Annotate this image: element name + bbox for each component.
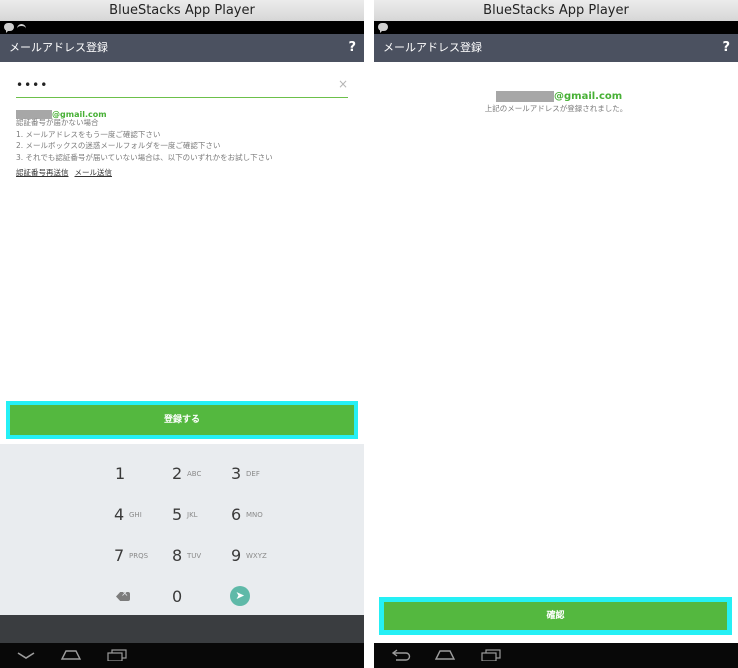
help-line: 1. メールアドレスをもう一度ご確認下さい xyxy=(16,129,161,139)
pin-value: •••• xyxy=(16,78,49,92)
home-icon[interactable] xyxy=(60,649,82,661)
keyboard-bottom-strip xyxy=(0,615,364,643)
bluestacks-window-left: BlueStacks App Player メールアドレス登録 ? •••• ×… xyxy=(0,0,364,668)
key-1[interactable]: 1 xyxy=(115,458,175,492)
key-2[interactable]: 2 ABC xyxy=(172,458,232,492)
help-line: 2. メールボックスの迷惑メールフォルダを一度ご確認下さい xyxy=(16,141,221,150)
email-domain: @gmail.com xyxy=(554,91,623,102)
key-6[interactable]: 6 MNO xyxy=(231,499,291,533)
numeric-keypad: 1 2 ABC 3 DEF 4 GHI 5 JKL 6 MNO 7 PRQS 8… xyxy=(0,444,364,615)
pin-input[interactable]: •••• × xyxy=(16,76,348,98)
recent-apps-icon[interactable] xyxy=(480,649,502,661)
key-digit: 7 xyxy=(114,546,125,565)
key-8[interactable]: 8 TUV xyxy=(172,540,232,574)
register-button-highlight: 登録する xyxy=(6,401,358,439)
help-button[interactable]: ? xyxy=(722,34,730,62)
key-digit: 4 xyxy=(114,505,125,524)
confirm-button[interactable]: 確認 xyxy=(384,602,727,630)
recent-apps-icon[interactable] xyxy=(106,649,128,661)
key-digit: 3 xyxy=(231,464,242,483)
backspace-icon xyxy=(116,592,130,601)
hide-keyboard-icon[interactable] xyxy=(16,649,36,661)
help-line: 3. それでも認証番号が届いていない場合は、以下のいずれかをお試し下さい xyxy=(16,152,273,162)
key-digit: 9 xyxy=(231,546,242,565)
app-bar: メールアドレス登録 ? xyxy=(374,34,738,62)
registered-email: @gmail.com xyxy=(496,86,622,102)
arrow-send-icon: ➤ xyxy=(230,586,250,606)
registered-email: @gmail.com xyxy=(16,104,107,119)
key-digit: 2 xyxy=(172,464,183,483)
line-chat-icon xyxy=(378,23,388,33)
line-chat-icon xyxy=(4,23,14,33)
backspace-key[interactable] xyxy=(116,581,176,615)
app-bar: メールアドレス登録 ? xyxy=(0,34,364,62)
registration-message: 上記のメールアドレスが登録されました。 xyxy=(484,104,628,113)
back-icon[interactable] xyxy=(390,649,412,661)
key-0[interactable]: 0 xyxy=(172,581,232,615)
appbar-title: メールアドレス登録 xyxy=(9,41,108,54)
key-3[interactable]: 3 DEF xyxy=(231,458,291,492)
home-icon[interactable] xyxy=(434,649,456,661)
key-4[interactable]: 4 GHI xyxy=(114,499,174,533)
clear-icon[interactable]: × xyxy=(338,77,348,91)
key-digit: 5 xyxy=(172,505,183,524)
help-button[interactable]: ? xyxy=(348,34,356,62)
window-title: BlueStacks App Player xyxy=(374,0,738,22)
troubleshoot-text: 認証番号が届かない場合 1. メールアドレスをもう一度ご確認下さい 2. メール… xyxy=(16,117,273,163)
key-digit: 0 xyxy=(172,587,183,606)
key-letters: JKL xyxy=(187,511,198,519)
key-9[interactable]: 9 WXYZ xyxy=(231,540,291,574)
key-7[interactable]: 7 PRQS xyxy=(114,540,174,574)
key-digit: 6 xyxy=(231,505,242,524)
key-digit: 1 xyxy=(115,464,126,483)
android-nav-bar xyxy=(374,643,738,668)
key-letters: PRQS xyxy=(129,552,149,560)
window-title: BlueStacks App Player xyxy=(0,0,364,22)
key-letters: TUV xyxy=(187,552,202,560)
email-redaction xyxy=(496,91,554,102)
android-status-bar xyxy=(0,21,364,34)
key-letters: MNO xyxy=(246,511,263,519)
send-key[interactable]: ➤ xyxy=(230,581,290,615)
help-links: 認証番号再送信 メール送信 xyxy=(16,167,118,178)
confirm-button-highlight: 確認 xyxy=(379,597,732,635)
key-letters: GHI xyxy=(129,511,142,519)
key-5[interactable]: 5 JKL xyxy=(172,499,232,533)
window-gap xyxy=(364,0,374,668)
key-letters: DEF xyxy=(246,470,260,478)
key-digit: 8 xyxy=(172,546,183,565)
android-nav-bar xyxy=(0,643,364,668)
register-button[interactable]: 登録する xyxy=(10,405,354,435)
key-letters: ABC xyxy=(187,470,202,478)
bluestacks-window-right: BlueStacks App Player メールアドレス登録 ? @gmail… xyxy=(374,0,738,668)
android-status-bar xyxy=(374,21,738,34)
appbar-title: メールアドレス登録 xyxy=(383,41,482,54)
wifi-icon xyxy=(17,24,26,32)
resend-code-link[interactable]: 認証番号再送信 xyxy=(16,168,69,177)
key-letters: WXYZ xyxy=(246,552,267,560)
send-mail-link[interactable]: メール送信 xyxy=(75,168,113,177)
help-line: 認証番号が届かない場合 xyxy=(16,118,99,127)
